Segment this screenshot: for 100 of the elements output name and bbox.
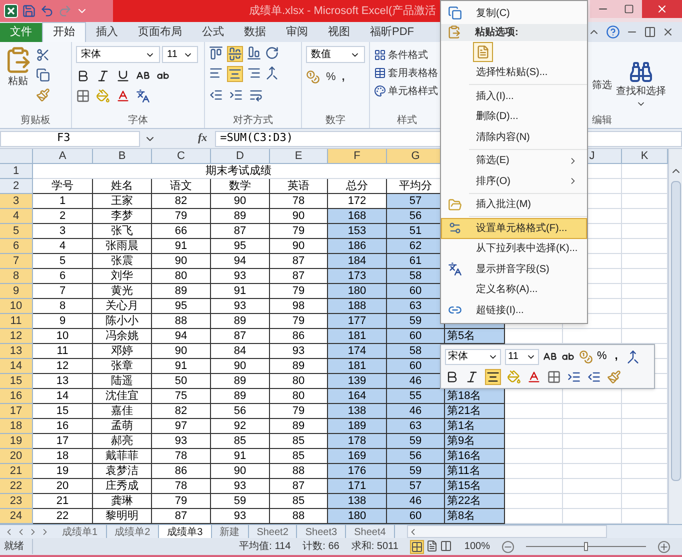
table-cell: 87 (211, 224, 270, 239)
table-cell: 14 (33, 389, 93, 404)
table-cell: 张震 (93, 254, 152, 269)
table-cell: 18 (33, 449, 93, 464)
table-cell: 22 (33, 509, 93, 524)
table-cell: 黎明明 (93, 509, 152, 524)
table-cell: 陈小小 (93, 314, 152, 329)
table-cell: 李梦 (93, 209, 152, 224)
group-label: 编辑 (591, 114, 613, 128)
table-cell: 20 (33, 479, 93, 494)
table-cell: 79 (270, 404, 328, 419)
table-cell: 郝亮 (93, 434, 152, 449)
table-cell: 46 (387, 494, 445, 509)
table-cell: 90 (211, 464, 270, 479)
status-sum: 求和: 5011 (351, 540, 398, 554)
table-cell: 93 (152, 434, 211, 449)
table-cell: 79 (270, 284, 328, 299)
table-cell: 89 (211, 389, 270, 404)
table-cell: 181 (328, 329, 387, 344)
table-cell: 17 (33, 434, 93, 449)
table-cell: 186 (328, 239, 387, 254)
table-cell: 91 (152, 359, 211, 374)
table-cell: 60 (387, 329, 445, 344)
table-cell: 180 (328, 509, 387, 524)
table-cell: 第22名 (445, 494, 505, 509)
table-cell: 第5名 (445, 329, 505, 344)
table-cell: 3 (33, 224, 93, 239)
table-cell: 79 (270, 314, 328, 329)
table-cell: 87 (270, 254, 328, 269)
window-title: 成绩单.xlsx - Microsoft Excel(产品激活 (248, 4, 436, 19)
table-cell: 93 (270, 344, 328, 359)
table-cell: 邓婷 (93, 344, 152, 359)
table-cell: 138 (328, 494, 387, 509)
table-cell: 169 (328, 449, 387, 464)
table-cell: 80 (152, 269, 211, 284)
table-cell: 79 (152, 209, 211, 224)
status-count: 计数: 66 (302, 540, 340, 554)
table-cell: 87 (270, 479, 328, 494)
table-cell: 181 (328, 359, 387, 374)
table-cell: 98 (270, 299, 328, 314)
table-cell: 93 (211, 509, 270, 524)
table-cell: 9 (33, 314, 93, 329)
table-cell: 78 (152, 449, 211, 464)
table-cell: 93 (211, 479, 270, 494)
table-cell: 91 (152, 239, 211, 254)
table-cell: 59 (211, 494, 270, 509)
table-cell: 84 (211, 344, 270, 359)
header-cell: 总分 (328, 179, 387, 194)
table-cell: 21 (33, 494, 93, 509)
table-cell: 关心月 (93, 299, 152, 314)
table-cell: 89 (152, 284, 211, 299)
table-cell: 168 (328, 209, 387, 224)
table-cell: 王家 (93, 194, 152, 209)
table-cell: 黄光 (93, 284, 152, 299)
table-cell: 176 (328, 464, 387, 479)
table-cell: 13 (33, 374, 93, 389)
table-cell: 90 (152, 344, 211, 359)
table-cell: 189 (328, 419, 387, 434)
table-cell: 174 (328, 344, 387, 359)
menu-section-header: 粘贴选项: (441, 24, 587, 40)
table-cell: 4 (33, 239, 93, 254)
group-label: 数字 (324, 114, 346, 128)
table-cell: 139 (328, 374, 387, 389)
table-cell: 19 (33, 464, 93, 479)
table-cell: 袁梦洁 (93, 464, 152, 479)
table-cell: 90 (270, 239, 328, 254)
table-cell: 90 (211, 194, 270, 209)
table-cell: 93 (211, 299, 270, 314)
header-cell: 姓名 (93, 179, 152, 194)
table-cell: 88 (152, 314, 211, 329)
table-cell: 87 (152, 509, 211, 524)
table-cell: 95 (211, 239, 270, 254)
table-cell: 11 (33, 344, 93, 359)
table-cell: 89 (270, 419, 328, 434)
table-cell: 97 (152, 419, 211, 434)
table-cell: 89 (211, 209, 270, 224)
status-average: 平均值: 114 (239, 540, 291, 554)
table-cell: 冯余姚 (93, 329, 152, 344)
table-cell: 12 (33, 359, 93, 374)
table-cell: 63 (387, 419, 445, 434)
table-cell: 16 (33, 419, 93, 434)
table-cell: 第18名 (445, 389, 505, 404)
table-cell: 张飞 (93, 224, 152, 239)
table-cell: 刘华 (93, 269, 152, 284)
table-cell: 85 (270, 494, 328, 509)
table-cell: 庄秀成 (93, 479, 152, 494)
table-cell: 138 (328, 404, 387, 419)
table-cell: 66 (152, 224, 211, 239)
table-cell: 177 (328, 314, 387, 329)
table-cell: 60 (387, 509, 445, 524)
table-cell: 85 (270, 434, 328, 449)
table-cell: 第9名 (445, 434, 505, 449)
table-cell: 46 (387, 404, 445, 419)
table-cell: 第1名 (445, 419, 505, 434)
table-cell: 188 (328, 299, 387, 314)
table-cell: 第16名 (445, 449, 505, 464)
table-cell: 80 (270, 389, 328, 404)
table-cell: 57 (387, 479, 445, 494)
table-cell: 82 (152, 194, 211, 209)
table-cell: 89 (211, 314, 270, 329)
